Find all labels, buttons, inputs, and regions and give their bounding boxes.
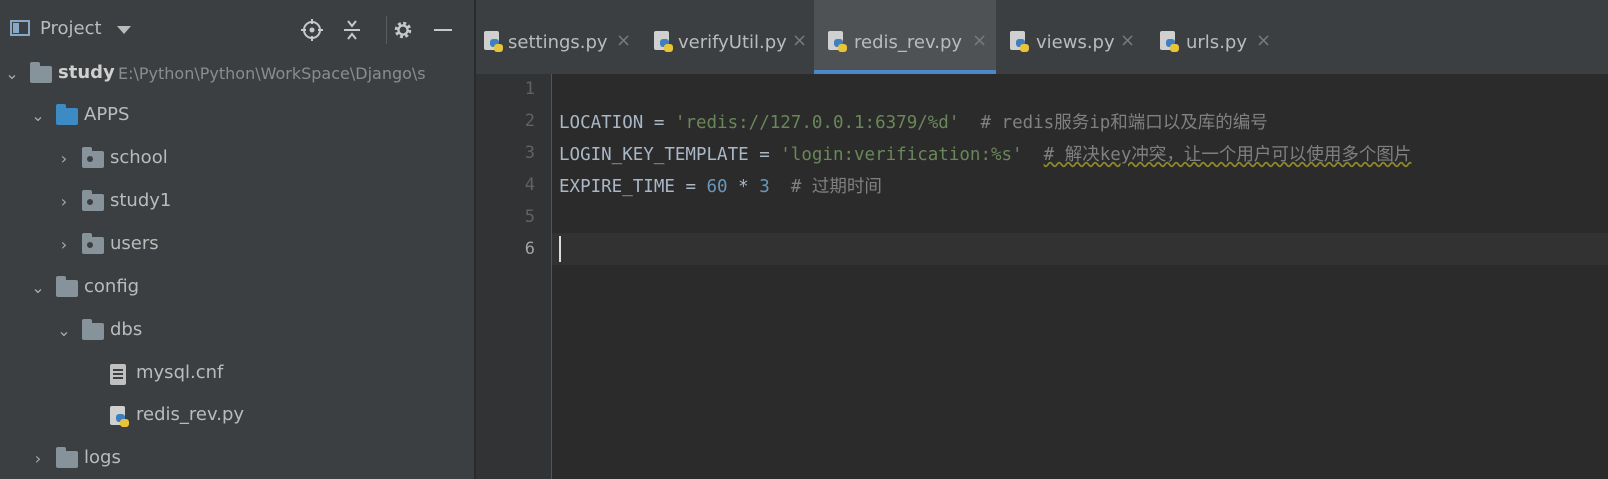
project-view-selector[interactable]: Project [40,18,102,39]
tree-item-label: dbs [110,319,143,340]
code-number: 60 [706,177,728,197]
folder-icon [56,104,78,125]
code-line-4[interactable]: EXPIRE_TIME = 60 * 3 # 过期时间 [559,173,882,198]
line-number: 1 [524,79,535,99]
tree-item-label: config [84,276,140,297]
text-cursor [559,236,561,262]
python-file-icon [110,406,130,428]
tree-item-label: APPS [84,104,130,125]
python-file-icon [654,31,674,53]
tree-item-label: mysql.cnf [136,362,224,383]
tree-item-logs[interactable]: › logs [0,439,474,479]
gear-icon[interactable] [392,18,414,47]
code-string: 'login:verification:%s' [780,145,1023,165]
tab-label: views.py [1036,32,1115,53]
chevron-down-icon[interactable]: ⌄ [30,106,46,125]
chevron-down-icon[interactable]: ⌄ [30,278,46,297]
tab-settings-py[interactable]: settings.py × [476,0,646,74]
line-number: 5 [524,207,535,227]
tab-urls-py[interactable]: urls.py × [1146,0,1276,74]
project-panel: Project ⌄ study E:\Python\Python\WorkSpa… [0,0,474,479]
tree-item-label: logs [84,447,121,468]
tree-item-users[interactable]: › users [0,225,474,265]
tree-item-mysql-cnf[interactable]: mysql.cnf [0,354,474,394]
current-line-highlight [552,233,1608,265]
tree-item-study1[interactable]: › study1 [0,182,474,222]
python-file-icon [1010,31,1030,53]
project-panel-header: Project [0,0,474,60]
line-number: 2 [524,111,535,131]
tab-label: redis_rev.py [854,32,963,53]
chevron-right-icon[interactable]: › [56,235,72,254]
close-icon[interactable]: × [792,30,807,51]
code-editor[interactable]: 1 2 3 4 5 6 LOCATION = 'redis://127.0.0.… [476,74,1608,479]
code-operator: = [748,145,781,165]
code-line-2[interactable]: LOCATION = 'redis://127.0.0.1:6379/%d' #… [559,109,1268,134]
line-number-current: 6 [524,239,535,259]
close-icon[interactable]: × [1120,30,1135,51]
line-number: 3 [524,143,535,163]
close-icon[interactable]: × [1256,30,1271,51]
tree-item-label: study [58,62,115,83]
close-icon[interactable]: × [972,30,987,51]
chevron-down-icon[interactable]: ⌄ [56,321,72,340]
tree-item-config[interactable]: ⌄ config [0,268,474,308]
tab-label: urls.py [1186,32,1247,53]
package-folder-icon [82,233,104,254]
code-identifier: EXPIRE_TIME [559,177,675,197]
project-path: E:\Python\Python\WorkSpace\Django\s [118,64,426,83]
collapse-all-icon[interactable] [342,18,362,47]
python-file-icon [484,31,504,53]
python-file-icon [828,31,848,53]
code-operator: = [643,113,675,133]
code-comment: # redis服务ip和端口以及库的编号 [959,113,1268,133]
close-icon[interactable]: × [616,30,631,51]
code-comment: # 过期时间 [769,177,882,197]
tab-verifyutil-py[interactable]: verifyUtil.py × [646,0,814,74]
tree-item-redis-rev-py[interactable]: redis_rev.py [0,396,474,436]
code-comment: # 解决key冲突，让一个用户可以使用多个图片 [1043,145,1412,165]
project-window-icon [10,20,30,36]
tree-item-label: redis_rev.py [136,404,245,425]
editor-tab-bar: settings.py × verifyUtil.py × redis_rev.… [476,0,1608,74]
folder-icon [56,447,78,468]
line-number: 4 [524,175,535,195]
code-string: 'redis://127.0.0.1:6379/%d' [674,113,960,133]
tab-redis-rev-py[interactable]: redis_rev.py × [814,0,996,74]
folder-icon [56,276,78,297]
tree-item-apps[interactable]: ⌄ APPS [0,96,474,136]
tree-item-dbs[interactable]: ⌄ dbs [0,311,474,351]
chevron-down-icon[interactable] [117,26,131,34]
tree-item-study[interactable]: ⌄ study E:\Python\Python\WorkSpace\Djang… [0,54,474,94]
text-file-icon [110,364,126,385]
code-identifier: LOCATION [559,113,644,133]
code-operator: = [674,177,707,197]
tab-views-py[interactable]: views.py × [996,0,1146,74]
tree-item-school[interactable]: › school [0,139,474,179]
chevron-right-icon[interactable]: › [56,149,72,168]
chevron-down-icon[interactable]: ⌄ [4,64,20,83]
python-file-icon [1160,31,1180,53]
package-folder-icon [82,147,104,168]
tree-item-label: study1 [110,190,172,211]
code-line-3[interactable]: LOGIN_KEY_TEMPLATE = 'login:verification… [559,141,1411,166]
code-operator: * [727,177,760,197]
code-number: 3 [759,177,770,197]
tab-label: settings.py [508,32,608,53]
folder-icon [82,319,104,340]
minimize-icon[interactable] [432,18,454,47]
chevron-right-icon[interactable]: › [56,192,72,211]
toolbar-separator [386,16,387,44]
tab-label: verifyUtil.py [678,32,787,53]
chevron-right-icon[interactable]: › [30,449,46,468]
tree-item-label: school [110,147,168,168]
crosshair-icon[interactable] [300,18,324,47]
tree-item-label: users [110,233,159,254]
code-identifier: LOGIN_KEY_TEMPLATE [559,145,749,165]
line-number-gutter[interactable]: 1 2 3 4 5 6 [476,74,552,479]
package-folder-icon [82,190,104,211]
folder-icon [30,62,52,83]
